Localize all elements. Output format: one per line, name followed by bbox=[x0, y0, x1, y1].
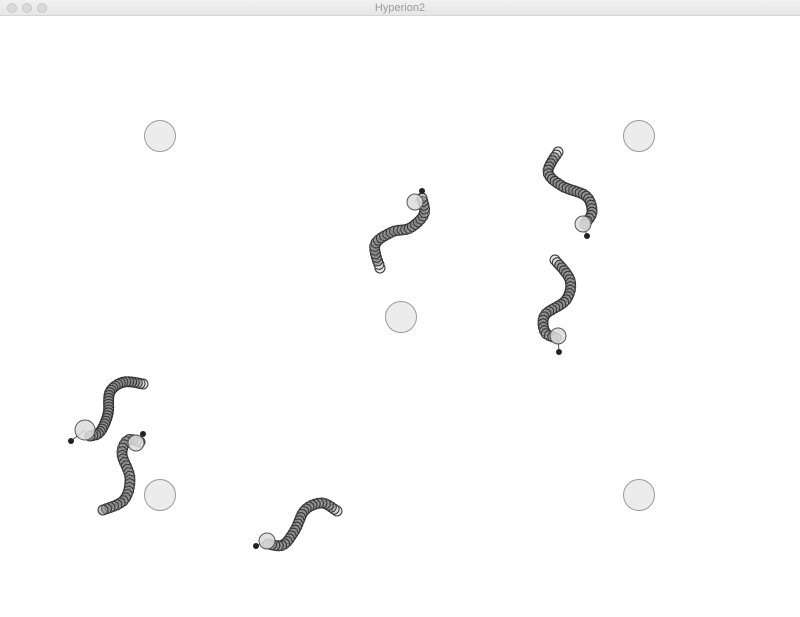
creature-head bbox=[549, 327, 567, 345]
creature-tip bbox=[556, 349, 562, 355]
attractor-circle bbox=[144, 479, 176, 511]
creature-head bbox=[406, 193, 424, 211]
app-window: Hyperion2 bbox=[0, 0, 800, 617]
title-bar[interactable]: Hyperion2 bbox=[0, 0, 800, 16]
creature-tip bbox=[253, 543, 259, 549]
sketch-svg bbox=[68, 120, 655, 552]
creature-tip bbox=[419, 188, 425, 194]
creature-tip bbox=[584, 233, 590, 239]
creature-segment bbox=[97, 504, 109, 516]
creature-tip bbox=[68, 438, 74, 444]
creature-tip bbox=[140, 431, 146, 437]
creature-head bbox=[258, 532, 276, 550]
sketch-canvas[interactable] bbox=[0, 16, 800, 617]
attractor-circle bbox=[144, 120, 176, 152]
creature-head bbox=[127, 434, 145, 452]
creature-head bbox=[574, 215, 592, 233]
window-title: Hyperion2 bbox=[374, 2, 426, 14]
creature-head bbox=[74, 419, 96, 441]
attractor-circle bbox=[623, 479, 655, 511]
attractor-circle bbox=[385, 301, 417, 333]
attractor-circle bbox=[623, 120, 655, 152]
